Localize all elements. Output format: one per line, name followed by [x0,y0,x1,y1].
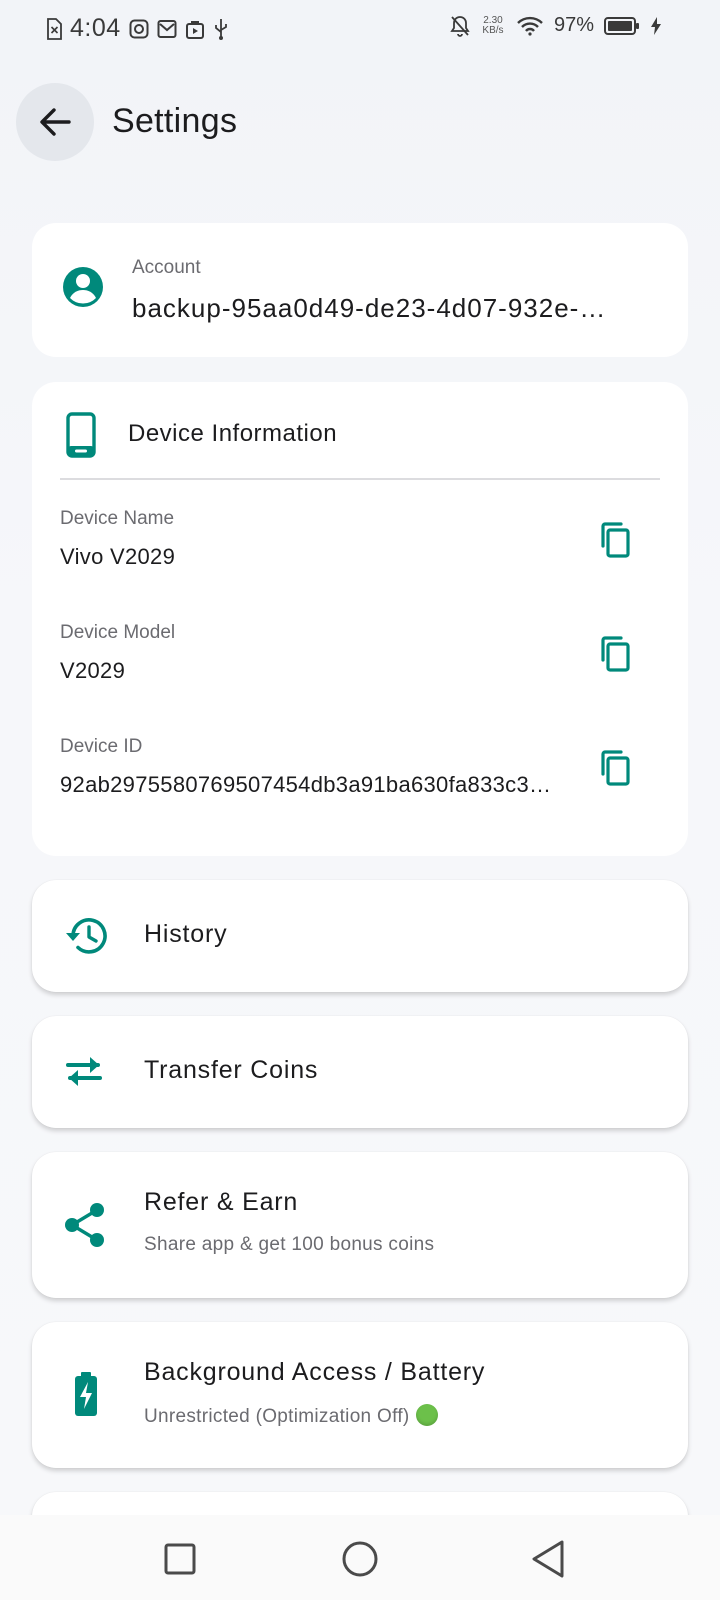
divider [60,478,660,480]
refer-earn-menu-item[interactable]: Refer & Earn Share app & get 100 bonus c… [32,1152,688,1298]
device-model-row: Device Model V2029 [60,622,660,702]
back-button[interactable] [16,83,94,161]
play-store-icon [185,19,205,39]
notifications-off-icon [450,15,470,37]
navigation-bar [0,1515,720,1600]
arrow-back-icon [37,104,73,140]
page-title: Settings [112,102,238,140]
copy-icon [597,750,631,786]
share-icon [64,1202,106,1248]
copy-device-model-button[interactable] [592,632,636,676]
status-bar: 4:04 2.30 KB/s 97% [0,0,720,56]
battery-charging-icon [74,1372,98,1416]
account-circle-icon [62,266,104,308]
copy-device-name-button[interactable] [592,518,636,562]
device-model-label: Device Model [60,622,176,643]
recents-button[interactable] [158,1537,202,1581]
square-recents-icon [164,1543,196,1575]
copy-icon [597,522,631,558]
status-green-dot-icon [415,1404,438,1426]
triangle-back-icon [530,1540,566,1578]
device-model-value: V2029 [60,658,126,683]
status-bar-left: 4:04 [46,14,229,43]
refer-earn-subtitle: Share app & get 100 bonus coins [144,1234,435,1255]
account-value: backup-95aa0d49-de23-4d07-932e-… [132,293,607,323]
device-info-title: Device Information [128,420,338,447]
history-title: History [144,920,228,948]
background-access-subtitle: Unrestricted (Optimization Off) [144,1406,410,1427]
device-id-label: Device ID [60,736,143,757]
device-id-value: 92ab2975580769507454db3a91ba630fa833c3… [60,772,552,797]
history-menu-item[interactable]: History [32,880,688,992]
status-time: 4:04 [70,14,121,42]
copy-icon [597,636,631,672]
home-button[interactable] [338,1537,382,1581]
usb-icon [213,18,229,40]
network-speed: 2.30 KB/s [480,15,506,36]
background-access-menu-item[interactable]: Background Access / Battery Unrestricted… [32,1322,688,1468]
background-access-title: Background Access / Battery [144,1358,486,1386]
background-access-status: Unrestricted (Optimization Off) [144,1404,438,1428]
device-info-card: Device Information Device Name Vivo V202… [32,382,688,856]
swap-arrows-icon [64,1054,104,1088]
status-bar-right: 2.30 KB/s 97% [450,14,662,37]
account-card[interactable]: Account backup-95aa0d49-de23-4d07-932e-… [32,223,688,357]
device-name-value: Vivo V2029 [60,544,176,569]
transfer-coins-title: Transfer Coins [144,1056,319,1084]
battery-percent: 97% [553,14,594,36]
history-icon [64,916,108,956]
network-speed-unit: KB/s [482,24,504,36]
battery-icon [604,16,640,36]
device-id-row: Device ID 92ab2975580769507454db3a91ba63… [60,736,660,816]
instagram-icon [129,19,149,39]
device-name-row: Device Name Vivo V2029 [60,508,660,588]
refer-earn-title: Refer & Earn [144,1188,299,1216]
wifi-icon [516,16,544,36]
charging-bolt-icon [650,16,662,36]
transfer-coins-menu-item[interactable]: Transfer Coins [32,1016,688,1128]
back-nav-button[interactable] [526,1537,570,1581]
sim-off-icon [46,17,62,40]
copy-device-id-button[interactable] [592,746,636,790]
account-label: Account [132,257,201,278]
device-name-label: Device Name [60,508,175,529]
circle-home-icon [342,1541,378,1577]
smartphone-icon [66,412,96,458]
mail-icon [157,19,177,39]
